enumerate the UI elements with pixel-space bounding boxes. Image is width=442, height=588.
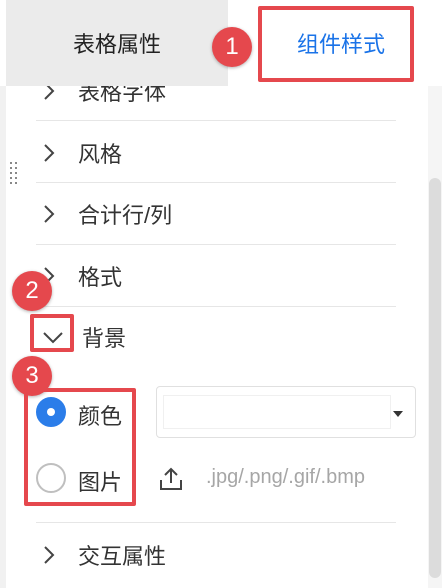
left-rail: [0, 86, 6, 588]
divider: [36, 182, 396, 183]
divider: [36, 120, 396, 121]
divider: [36, 522, 396, 523]
section-style[interactable]: 风格: [36, 136, 396, 170]
highlight-box-tab: [258, 6, 414, 82]
chevron-right-icon: [44, 546, 55, 564]
drag-handle-icon[interactable]: [10, 162, 20, 186]
chevron-right-icon: [44, 144, 55, 162]
section-format[interactable]: 格式: [36, 259, 396, 293]
chevron-right-icon: [44, 205, 55, 223]
section-label: 风格: [78, 142, 123, 167]
step-badge-1: 1: [212, 27, 252, 67]
divider: [36, 244, 396, 245]
upload-format-hint: .jpg/.png/.gif/.bmp: [206, 466, 365, 488]
upload-icon[interactable]: [158, 466, 184, 492]
scrollbar-thumb[interactable]: [429, 178, 441, 578]
caret-down-icon: [393, 411, 403, 417]
step-badge-2: 2: [12, 271, 52, 311]
highlight-box-caret: [30, 314, 74, 352]
component-panel: 表格属性 组件样式 1 表格字体 风格 合计行/列 格式 2 背景 3 颜色 图…: [0, 0, 442, 588]
section-label: 背景: [82, 326, 127, 351]
section-label: 交互属性: [78, 544, 167, 569]
color-swatch: [163, 395, 391, 429]
radio-color[interactable]: [36, 397, 66, 427]
radio-image[interactable]: [36, 463, 66, 493]
tab-table-properties[interactable]: 表格属性: [6, 0, 228, 86]
divider: [36, 306, 396, 307]
section-interaction[interactable]: 交互属性: [36, 538, 396, 572]
section-totals[interactable]: 合计行/列: [36, 197, 396, 231]
section-label: 格式: [78, 265, 123, 290]
radio-color-label: 颜色: [78, 404, 123, 429]
radio-image-label: 图片: [78, 470, 123, 495]
color-select[interactable]: [156, 386, 416, 438]
section-label: 合计行/列: [78, 203, 173, 228]
section-background[interactable]: 背景: [36, 320, 396, 354]
